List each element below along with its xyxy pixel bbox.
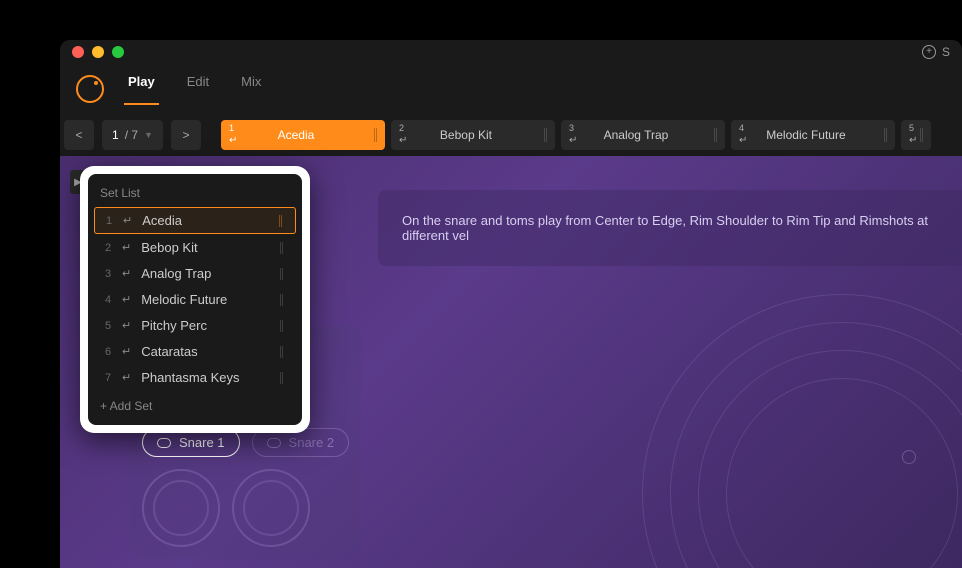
return-arrow-icon: ↵ <box>122 293 131 306</box>
set-chip[interactable]: 1 ↵ Acedia <box>221 120 385 150</box>
set-item-number: 5 <box>104 320 112 332</box>
drag-handle-icon[interactable] <box>280 372 286 384</box>
return-arrow-icon: ↵ <box>399 135 407 146</box>
set-bar: < 1 / 7 ▼ > 1 ↵ Acedia 2 ↵ Bebop Kit 3 ↵… <box>60 114 962 156</box>
prev-button[interactable]: < <box>64 120 94 150</box>
drag-handle-icon[interactable] <box>280 268 286 280</box>
set-list-item[interactable]: 5 ↵ Pitchy Perc <box>94 313 296 338</box>
set-list-title: Set List <box>88 178 302 206</box>
chip-number: 1 <box>229 123 234 133</box>
set-list-item[interactable]: 6 ↵ Cataratas <box>94 339 296 364</box>
drag-handle-icon[interactable] <box>881 120 891 150</box>
drag-handle-icon[interactable] <box>280 346 286 358</box>
return-arrow-icon: ↵ <box>122 371 131 384</box>
chip-label: Bebop Kit <box>391 128 541 142</box>
chip-label: Analog Trap <box>561 128 711 142</box>
set-item-label: Melodic Future <box>141 292 270 307</box>
main-tabs: Play Edit Mix <box>128 74 261 105</box>
minimize-window-button[interactable] <box>92 46 104 58</box>
return-arrow-icon: ↵ <box>122 319 131 332</box>
titlebar: + S <box>60 40 962 64</box>
return-arrow-icon: ↵ <box>229 135 237 146</box>
chevron-down-icon: ▼ <box>144 130 153 140</box>
set-item-number: 4 <box>104 294 112 306</box>
set-item-number: 1 <box>105 215 113 227</box>
drag-handle-icon[interactable] <box>280 320 286 332</box>
set-item-label: Cataratas <box>141 344 270 359</box>
snare-2-label: Snare 2 <box>289 435 335 450</box>
set-item-label: Phantasma Keys <box>141 370 270 385</box>
set-item-number: 7 <box>104 372 112 384</box>
tab-edit[interactable]: Edit <box>187 74 209 105</box>
titlebar-right: + S <box>922 45 950 59</box>
set-item-number: 3 <box>104 268 112 280</box>
set-item-number: 6 <box>104 346 112 358</box>
drag-handle-icon[interactable] <box>280 294 286 306</box>
pad-circle[interactable] <box>232 469 310 547</box>
set-list-item[interactable]: 7 ↵ Phantasma Keys <box>94 365 296 390</box>
page-display[interactable]: 1 / 7 ▼ <box>102 120 163 150</box>
drag-handle-icon[interactable] <box>541 120 551 150</box>
set-chip[interactable]: 4 ↵ Melodic Future <box>731 120 895 150</box>
chip-number: 2 <box>399 123 404 133</box>
set-item-label: Bebop Kit <box>141 240 270 255</box>
return-arrow-icon: ↵ <box>909 135 917 146</box>
set-chip[interactable]: 5 ↵ <box>901 120 931 150</box>
page-current: 1 <box>112 128 119 142</box>
hint-bar: On the snare and toms play from Center t… <box>378 190 962 266</box>
return-arrow-icon: ↵ <box>123 214 132 227</box>
tab-play[interactable]: Play <box>128 74 155 105</box>
set-item-label: Acedia <box>142 213 269 228</box>
set-chips: 1 ↵ Acedia 2 ↵ Bebop Kit 3 ↵ Analog Trap… <box>221 120 958 150</box>
set-list-item[interactable]: 4 ↵ Melodic Future <box>94 287 296 312</box>
add-set-button[interactable]: + Add Set <box>88 391 302 421</box>
snare-1-label: Snare 1 <box>179 435 225 450</box>
titlebar-right-label: S <box>942 45 950 59</box>
hint-text: On the snare and toms play from Center t… <box>402 213 938 243</box>
return-arrow-icon: ↵ <box>569 135 577 146</box>
return-arrow-icon: ↵ <box>122 267 131 280</box>
chip-label: Acedia <box>221 128 371 142</box>
set-item-label: Pitchy Perc <box>141 318 270 333</box>
drag-handle-icon[interactable] <box>711 120 721 150</box>
drum-icon <box>157 438 171 448</box>
chip-number: 3 <box>569 123 574 133</box>
background-arcs <box>642 294 962 568</box>
set-chip[interactable]: 2 ↵ Bebop Kit <box>391 120 555 150</box>
drag-handle-icon[interactable] <box>371 120 381 150</box>
app-logo <box>76 75 104 103</box>
chip-number: 4 <box>739 123 744 133</box>
return-arrow-icon: ↵ <box>739 135 747 146</box>
drag-handle-icon[interactable] <box>917 120 927 150</box>
drum-icon <box>267 438 281 448</box>
header: Play Edit Mix <box>60 64 962 114</box>
set-list-item[interactable]: 3 ↵ Analog Trap <box>94 261 296 286</box>
set-item-label: Analog Trap <box>141 266 270 281</box>
next-button[interactable]: > <box>171 120 201 150</box>
chip-number: 5 <box>909 123 914 133</box>
pad-circle[interactable] <box>142 469 220 547</box>
maximize-window-button[interactable] <box>112 46 124 58</box>
set-list-popover: Set List 1 ↵ Acedia 2 ↵ Bebop Kit 3 ↵ An… <box>80 166 310 433</box>
traffic-lights <box>72 46 124 58</box>
chip-label: Melodic Future <box>731 128 881 142</box>
close-window-button[interactable] <box>72 46 84 58</box>
drag-handle-icon[interactable] <box>279 215 285 227</box>
add-icon[interactable]: + <box>922 45 936 59</box>
tab-mix[interactable]: Mix <box>241 74 261 105</box>
drag-handle-icon[interactable] <box>280 242 286 254</box>
return-arrow-icon: ↵ <box>122 345 131 358</box>
set-list-item[interactable]: 1 ↵ Acedia <box>94 207 296 234</box>
set-list-item[interactable]: 2 ↵ Bebop Kit <box>94 235 296 260</box>
set-item-number: 2 <box>104 242 112 254</box>
page-total: / 7 <box>125 128 138 142</box>
set-chip[interactable]: 3 ↵ Analog Trap <box>561 120 725 150</box>
return-arrow-icon: ↵ <box>122 241 131 254</box>
